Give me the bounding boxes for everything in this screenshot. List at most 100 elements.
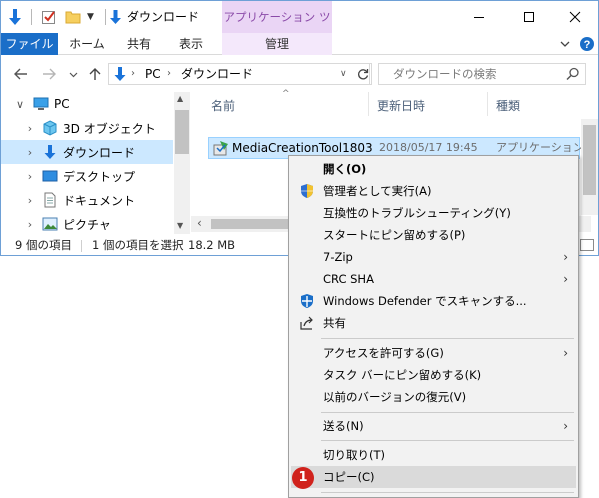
search-icon[interactable] — [566, 67, 580, 84]
download-icon — [41, 143, 59, 161]
refresh-icon[interactable] — [354, 63, 372, 85]
tab-manage[interactable]: 管理 — [222, 33, 332, 55]
scroll-down-icon[interactable]: ▼ — [177, 221, 183, 230]
recent-chevron-icon[interactable] — [63, 65, 83, 83]
nav-item-desktop[interactable]: › デスクトップ — [1, 164, 173, 188]
nav-item-documents[interactable]: › ドキュメント — [1, 188, 173, 212]
menu-item-defender-scan[interactable]: Windows Defender でスキャンする... — [291, 290, 576, 312]
nav-item-pc[interactable]: ∨ PC — [1, 92, 173, 116]
minimize-button[interactable] — [456, 1, 502, 33]
title-separator — [31, 9, 32, 25]
chevron-right-icon[interactable]: › — [25, 146, 35, 159]
nav-label: ダウンロード — [63, 145, 136, 160]
status-item-count: 9 個の項目 — [15, 238, 72, 252]
status-size: 18.2 MB — [188, 238, 236, 252]
tab-home[interactable]: ホーム — [64, 33, 110, 55]
up-arrow-icon[interactable] — [85, 65, 105, 83]
address-bar[interactable]: › PC › ダウンロード ∨ — [108, 63, 370, 85]
svg-text:?: ? — [584, 39, 591, 51]
scroll-up-icon[interactable]: ▲ — [177, 94, 183, 103]
menu-item-pin-to-taskbar[interactable]: タスク バーにピン留めする(K) — [291, 364, 576, 386]
large-icons-view-icon[interactable] — [580, 239, 594, 251]
3d-objects-icon — [41, 119, 59, 137]
menu-item-cut[interactable]: 切り取り(T) — [291, 444, 576, 466]
column-header-name[interactable]: 名前 — [211, 97, 235, 114]
close-button[interactable] — [552, 1, 598, 33]
title-bar: ▼ ダウンロード アプリケーション ツール — [1, 1, 598, 57]
nav-item-pictures[interactable]: › ピクチャ — [1, 212, 173, 236]
menu-label: 送る(N) — [323, 419, 364, 433]
windows-defender-icon — [299, 293, 315, 309]
address-download-icon — [113, 66, 127, 85]
breadcrumb-chevron-icon[interactable]: › — [167, 64, 171, 84]
properties-check-icon[interactable] — [41, 1, 59, 33]
tab-file[interactable]: ファイル — [1, 33, 58, 55]
folder-down-icon — [109, 1, 123, 33]
menu-item-7zip[interactable]: 7-Zip › — [291, 246, 576, 268]
menu-label: 管理者として実行(A) — [323, 184, 432, 198]
submenu-arrow-icon: › — [563, 419, 568, 433]
help-icon[interactable]: ? — [579, 36, 595, 52]
chevron-down-icon[interactable]: ∨ — [15, 98, 25, 111]
breadcrumb-pc[interactable]: PC — [145, 64, 161, 84]
menu-item-pin-to-start[interactable]: スタートにピン留めする(P) — [291, 224, 576, 246]
content-scrollbar-thumb[interactable] — [583, 125, 596, 195]
pictures-icon — [41, 215, 59, 233]
menu-label: 互換性のトラブルシューティング(Y) — [323, 206, 511, 220]
menu-item-compatibility[interactable]: 互換性のトラブルシューティング(Y) — [291, 202, 576, 224]
window-title: ダウンロード — [127, 10, 200, 24]
maximize-button[interactable] — [506, 1, 552, 33]
forward-arrow-icon[interactable] — [39, 65, 59, 83]
chevron-right-icon[interactable]: › — [25, 194, 35, 207]
status-separator — [81, 240, 82, 252]
submenu-arrow-icon: › — [563, 250, 568, 264]
menu-separator — [321, 492, 574, 493]
menu-item-run-as-admin[interactable]: 管理者として実行(A) — [291, 180, 576, 202]
desktop-icon — [41, 167, 59, 185]
search-input[interactable]: ダウンロードの検索 — [378, 63, 586, 85]
pc-icon — [32, 95, 50, 113]
breadcrumb-downloads[interactable]: ダウンロード — [181, 64, 253, 84]
nav-item-downloads[interactable]: › ダウンロード — [1, 140, 173, 164]
menu-label: CRC SHA — [323, 272, 374, 286]
menu-separator — [321, 338, 574, 339]
menu-item-give-access[interactable]: アクセスを許可する(G) › — [291, 342, 576, 364]
tab-view[interactable]: 表示 — [168, 33, 214, 55]
new-folder-icon[interactable] — [65, 1, 83, 33]
column-header-date[interactable]: 更新日時 — [377, 97, 425, 114]
menu-label: スタートにピン留めする(P) — [323, 228, 466, 242]
chevron-right-icon[interactable]: › — [25, 122, 35, 135]
menu-item-open[interactable]: 開く(O) — [291, 158, 576, 180]
menu-label: 開く(O) — [323, 162, 367, 176]
chevron-right-icon[interactable]: › — [25, 218, 35, 231]
chevron-right-icon[interactable]: › — [25, 170, 35, 183]
menu-item-restore-versions[interactable]: 以前のバージョンの復元(V) — [291, 386, 576, 408]
menu-item-share[interactable]: 共有 — [291, 312, 576, 334]
installer-app-icon — [213, 140, 229, 159]
share-icon — [299, 315, 315, 331]
submenu-arrow-icon: › — [563, 272, 568, 286]
nav-label: デスクトップ — [63, 169, 136, 184]
menu-label: 以前のバージョンの復元(V) — [323, 390, 467, 404]
uac-shield-icon — [299, 183, 315, 199]
documents-icon — [41, 191, 59, 209]
tab-share[interactable]: 共有 — [116, 33, 162, 55]
down-arrow-icon[interactable] — [7, 1, 25, 33]
menu-label: タスク バーにピン留めする(K) — [323, 368, 482, 382]
nav-label: PC — [54, 97, 70, 111]
nav-label: 3D オブジェクト — [63, 121, 156, 136]
nav-scrollbar-thumb[interactable] — [175, 110, 189, 154]
address-dropdown-icon[interactable]: ∨ — [340, 64, 347, 84]
breadcrumb-chevron-icon[interactable]: › — [131, 64, 135, 84]
nav-item-3d-objects[interactable]: › 3D オブジェクト — [1, 116, 173, 140]
back-arrow-icon[interactable] — [11, 65, 31, 83]
scroll-left-icon[interactable]: ‹ — [197, 216, 202, 230]
column-separator[interactable] — [368, 92, 369, 116]
menu-item-crc-sha[interactable]: CRC SHA › — [291, 268, 576, 290]
menu-item-copy[interactable]: コピー(C) — [291, 466, 576, 488]
ribbon-expand-icon[interactable] — [557, 36, 573, 52]
quick-access-dropdown-icon[interactable]: ▼ — [87, 1, 97, 33]
menu-item-send-to[interactable]: 送る(N) › — [291, 415, 576, 437]
column-header-type[interactable]: 種類 — [496, 97, 520, 114]
column-separator[interactable] — [487, 92, 488, 116]
